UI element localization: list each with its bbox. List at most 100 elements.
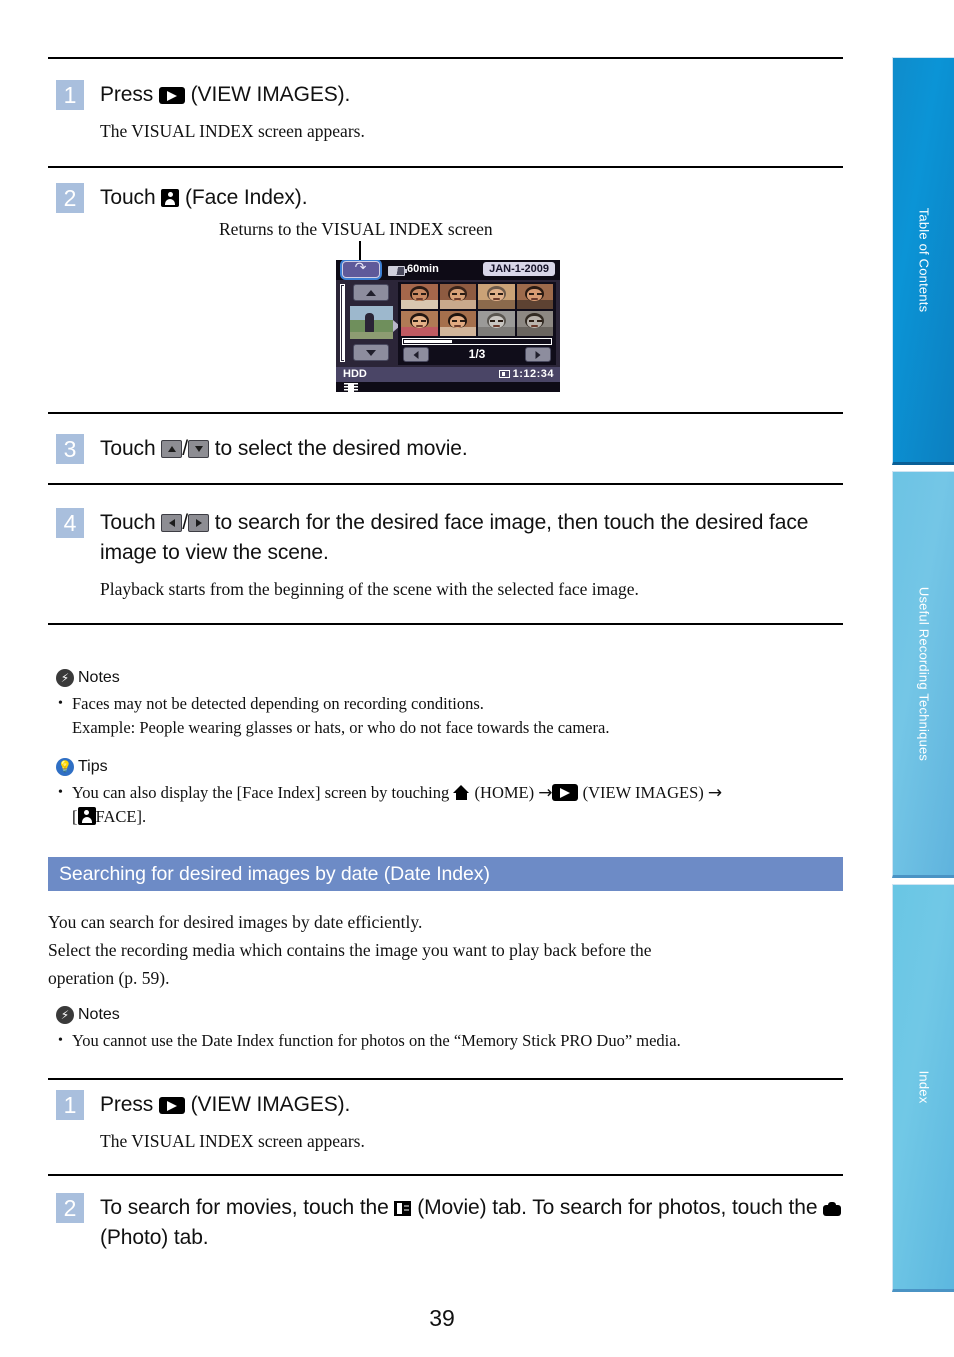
view-images-icon [158, 87, 185, 104]
tips-heading-label: Tips [78, 758, 108, 775]
step-number: 2 [56, 1193, 84, 1223]
step-number: 3 [56, 434, 84, 464]
right-arrow-icon [188, 514, 210, 532]
face-scroll-progress [402, 338, 552, 345]
face-thumbnail[interactable] [478, 311, 515, 336]
up-arrow-icon [161, 440, 183, 458]
recording-date: JAN-1-2009 [483, 262, 555, 276]
face-thumbnail[interactable] [401, 311, 438, 336]
sidebar-item-table-of-contents[interactable]: Table of Contents [892, 57, 954, 465]
list-item: Example: People wearing glasses or hats,… [72, 718, 610, 737]
camera-status-bar-bottom: HDD 1:12:34 [336, 367, 560, 382]
face-thumbnail[interactable] [439, 284, 476, 309]
step-title-before: Touch [100, 186, 162, 209]
list-item: You cannot use the Date Index function f… [56, 1029, 846, 1053]
camera-screen-illustration: 60min JAN-1-2009 1/3 HDD [336, 260, 560, 392]
step-subtext: The VISUAL INDEX screen appears. [100, 1131, 365, 1151]
list-item: You can also display the [Face Index] sc… [56, 781, 846, 805]
list-item: Faces may not be detected depending on r… [56, 692, 846, 716]
remaining-icon [499, 370, 510, 378]
movie-selector-column [349, 282, 393, 365]
body-line: Select the recording media which contain… [48, 940, 652, 960]
step-number: 2 [56, 183, 84, 213]
movie-thumbnail [350, 306, 393, 339]
tip-text-1: You can also display the [Face Index] sc… [72, 783, 454, 802]
step-date-2: 2 To search for movies, touch the (Movie… [56, 1193, 846, 1253]
notes-heading-label: Notes [78, 1006, 120, 1023]
media-label: HDD [343, 368, 367, 380]
face-thumbnail[interactable] [439, 311, 476, 336]
side-tab-label: Useful Recording Techniques [916, 586, 931, 761]
divider-after-step4 [48, 623, 843, 625]
notes-face-index: Notes Faces may not be detected dependin… [56, 668, 846, 740]
notes-heading: Notes [56, 668, 846, 688]
tips-heading: Tips [56, 757, 846, 777]
step-title-before: Touch [100, 511, 162, 534]
face-thumbnail-grid [401, 284, 553, 336]
step-title-after: to select the desired movie. [209, 437, 468, 460]
recordable-time: 1:12:34 [512, 368, 554, 380]
divider-after-step3 [48, 483, 843, 485]
step-title: Touch / to search for the desired face i… [100, 508, 846, 568]
home-icon [453, 784, 470, 801]
step-face-4: 4 Touch / to search for the desired face… [56, 508, 846, 601]
movie-tab-icon [394, 1201, 412, 1216]
step-number: 1 [56, 80, 84, 110]
divider-before-date-steps [48, 1078, 843, 1080]
page-content: 1 Press (VIEW IMAGES). The VISUAL INDEX … [0, 0, 884, 1357]
step-title: Press (VIEW IMAGES). [100, 1090, 846, 1120]
step-face-2: 2 Touch (Face Index). [56, 183, 846, 213]
face-thumbnail[interactable] [478, 284, 515, 309]
face-thumbnail[interactable] [516, 284, 553, 309]
tip-text-5: FACE]. [95, 807, 147, 826]
step-title: Touch / to select the desired movie. [100, 434, 846, 464]
notes-heading: Notes [56, 1005, 846, 1025]
section-body: You can search for desired images by dat… [48, 908, 843, 992]
camera-screen-body: 1/3 [336, 280, 560, 367]
battery-time: 60min [407, 263, 439, 275]
step-title-after: (Face Index). [179, 186, 308, 209]
side-tab-rail: Table of Contents Useful Recording Techn… [884, 0, 954, 1357]
step-face-1: 1 Press (VIEW IMAGES). The VISUAL INDEX … [56, 80, 846, 143]
arrow-right-glyph: → [707, 783, 723, 803]
down-arrow-icon [353, 344, 389, 361]
tip-text-2: (HOME) [470, 783, 539, 802]
notes-list: Faces may not be detected depending on r… [56, 692, 846, 740]
notes-heading-label: Notes [78, 669, 120, 686]
step-subtext: Playback starts from the beginning of th… [100, 579, 639, 599]
notes-list: You cannot use the Date Index function f… [56, 1029, 846, 1053]
notes-date-index: Notes You cannot use the Date Index func… [56, 1005, 846, 1053]
face-index-icon [161, 189, 180, 207]
side-tab-label: Index [916, 1070, 931, 1104]
step-title-before: To search for movies, touch the [100, 1196, 395, 1219]
step-title-before: Touch [100, 437, 162, 460]
step-title-before: Press [100, 83, 159, 106]
step-title-after: (VIEW IMAGES). [184, 1093, 351, 1116]
face-thumbnail[interactable] [516, 311, 553, 336]
step-title-mid: (Movie) tab. To search for photos, touch… [411, 1196, 824, 1219]
divider-after-step2 [48, 412, 843, 414]
step-title: Press (VIEW IMAGES). [100, 80, 846, 110]
step-subtext: The VISUAL INDEX screen appears. [100, 121, 365, 141]
tip-text-3: (VIEW IMAGES) [578, 783, 708, 802]
step-title: To search for movies, touch the (Movie) … [100, 1193, 846, 1253]
view-images-icon [552, 784, 579, 801]
return-arrow-icon [342, 261, 380, 278]
step-title-before: Press [100, 1093, 159, 1116]
body-line: operation (p. 59). [48, 968, 170, 988]
tips-face-index: Tips You can also display the [Face Inde… [56, 757, 846, 829]
camera-status-bar-top: 60min JAN-1-2009 [336, 260, 560, 280]
up-arrow-icon [353, 284, 389, 301]
sidebar-item-index[interactable]: Index [892, 884, 954, 1292]
face-index-icon [77, 807, 96, 825]
sidebar-item-useful-recording-techniques[interactable]: Useful Recording Techniques [892, 471, 954, 878]
notes-badge-icon [56, 669, 74, 687]
step-title: Touch (Face Index). [100, 183, 846, 213]
step-number: 1 [56, 1090, 84, 1120]
battery-icon [388, 266, 407, 276]
list-item: [FACE]. [56, 805, 846, 829]
scrollbar [340, 284, 345, 362]
side-tab-label: Table of Contents [916, 207, 931, 313]
face-pager: 1/3 [401, 347, 553, 363]
face-thumbnail[interactable] [401, 284, 438, 309]
